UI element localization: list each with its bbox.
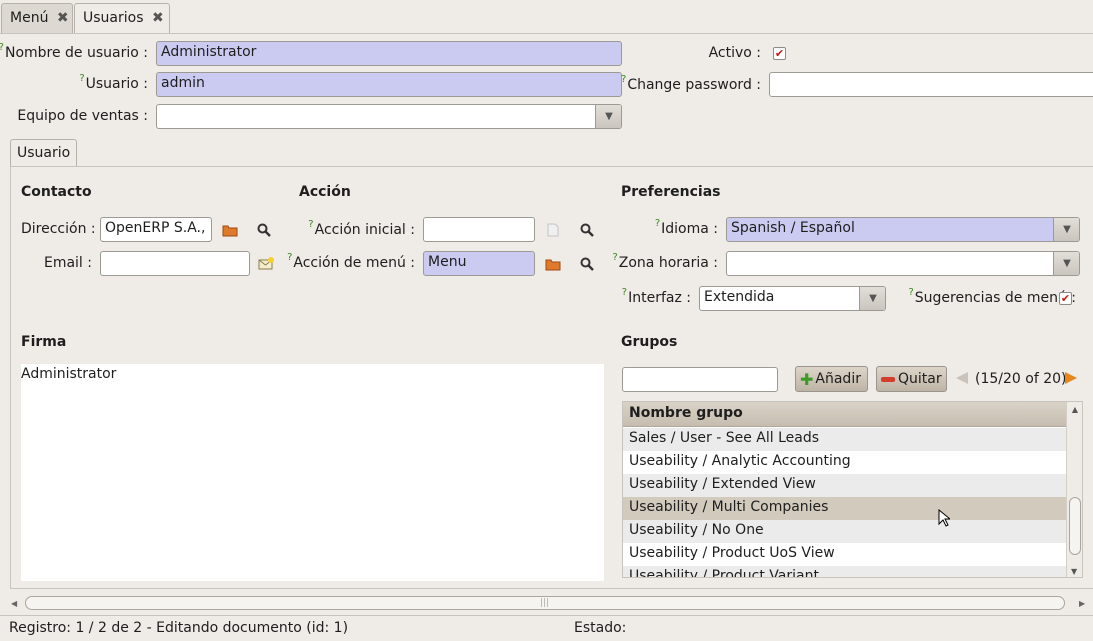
idioma-label: ?Idioma : [654,218,718,237]
cursor-icon [938,508,952,531]
scroll-down-icon[interactable]: ▼ [1071,567,1077,576]
table-row[interactable]: Useability / Multi Companies [623,497,1066,520]
accion-menu-label: ?Acción de menú : [287,252,415,271]
tab-divider [0,33,1093,34]
zona-horaria-select[interactable]: ▼ [726,251,1080,276]
direccion-label: Dirección : [21,221,96,237]
firma-title: Firma [21,334,67,350]
folder-open-icon[interactable] [544,255,562,273]
usuario-input[interactable]: admin [156,72,622,97]
notebook-bottom-border [10,588,1093,589]
search-icon[interactable] [578,255,596,273]
table-row[interactable]: Useability / No One [623,520,1066,543]
firma-textarea[interactable]: Administrator [21,364,604,581]
table-row[interactable]: Sales / User - See All Leads [623,428,1066,451]
grid-scrollbar[interactable]: ▲ ▼ [1066,402,1082,577]
nombre-input[interactable]: Administrator [156,41,622,66]
help-icon[interactable]: ? [287,252,292,263]
equipo-label: Equipo de ventas : [17,108,148,124]
document-icon [544,221,562,239]
help-icon[interactable]: ? [79,73,84,84]
help-icon[interactable]: ? [0,42,4,53]
chevron-down-icon[interactable]: ▼ [1053,218,1079,241]
status-divider [0,615,1093,616]
accion-menu-input[interactable]: Menu [423,251,535,276]
pager-text: (15/20 of 20) [975,371,1067,387]
tab-usuarios[interactable]: Usuarios ✖ [74,3,170,33]
usuario-label: ?Usuario : [79,73,148,92]
close-icon[interactable]: ✖ [57,10,69,26]
table-row[interactable]: Useability / Product Variant [623,566,1066,577]
scroll-right-icon[interactable]: ▶ [1079,599,1085,608]
nombre-label: ?Nombre de usuario : [0,42,148,61]
accion-title: Acción [299,184,351,200]
help-icon[interactable]: ? [308,219,313,230]
help-icon[interactable]: ? [908,287,913,298]
tab-usuario[interactable]: Usuario [10,139,78,167]
zona-horaria-label: ?Zona horaria : [612,252,718,271]
grupos-search-input[interactable] [622,367,778,392]
idioma-select[interactable]: Spanish / Español ▼ [726,217,1080,242]
change-password-input[interactable] [769,72,1093,97]
next-page-icon[interactable] [1065,372,1077,384]
interfaz-label: ?Interfaz : [621,287,691,306]
help-icon[interactable]: ? [655,218,660,229]
remove-group-label: Quitar [898,371,942,387]
change-password-label: ?Change password : [621,74,761,93]
help-icon[interactable]: ? [622,287,627,298]
horizontal-scrollbar[interactable]: ||| [25,596,1065,610]
remove-group-button[interactable]: Quitar [876,366,947,392]
table-row[interactable]: Useability / Product UoS View [623,543,1066,566]
scroll-up-icon[interactable]: ▲ [1067,405,1082,414]
close-icon[interactable]: ✖ [152,10,164,26]
tab-menu-label: Menú [10,10,49,26]
search-icon[interactable] [578,221,596,239]
preferencias-title: Preferencias [621,184,721,200]
table-row[interactable]: Useability / Extended View [623,474,1066,497]
tab-menu[interactable]: Menú ✖ [1,3,73,33]
chevron-down-icon[interactable]: ▼ [859,287,885,310]
chevron-down-icon[interactable]: ▼ [1053,252,1079,275]
email-label: Email : [43,255,92,271]
status-registro: Registro: 1 / 2 de 2 - Editando document… [9,620,349,636]
grupos-title: Grupos [621,334,678,350]
column-header-nombre-grupo[interactable]: Nombre grupo [623,402,1066,427]
status-estado: Estado: [574,620,627,636]
notebook-left-border [10,166,11,588]
minus-icon [881,376,895,382]
add-group-label: Añadir [815,371,861,387]
chevron-down-icon[interactable]: ▼ [595,105,621,128]
direccion-input[interactable]: OpenERP S.A., B [100,217,212,242]
equipo-select[interactable]: ▼ [156,104,622,129]
search-icon[interactable] [255,221,273,239]
help-icon[interactable]: ? [612,252,617,263]
contacto-title: Contacto [21,184,92,200]
accion-inicial-label: ?Acción inicial : [308,219,415,238]
interfaz-select[interactable]: Extendida ▼ [699,286,886,311]
tab-usuarios-label: Usuarios [83,10,144,26]
activo-checkbox[interactable]: ✔ [773,47,786,60]
add-group-button[interactable]: ✚ Añadir [795,366,868,392]
notebook-top-border [10,166,1093,167]
sugerencias-checkbox[interactable]: ✔ [1059,292,1072,305]
table-row[interactable]: Useability / Analytic Accounting [623,451,1066,474]
scroll-grip-icon: ||| [540,598,550,608]
activo-label: Activo : [708,45,761,61]
grupos-grid: Nombre grupo Sales / User - See All Lead… [622,401,1083,578]
help-icon[interactable]: ? [621,74,626,85]
mail-new-icon[interactable] [257,255,275,273]
folder-open-icon[interactable] [221,221,239,239]
plus-icon: ✚ [800,369,814,389]
email-input[interactable] [100,251,250,276]
sugerencias-label: ?Sugerencias de menú : [908,287,1076,306]
scroll-thumb[interactable] [1069,497,1081,555]
scroll-left-icon[interactable]: ◀ [11,599,17,608]
prev-page-icon[interactable] [956,372,968,384]
accion-inicial-input[interactable] [423,217,535,242]
